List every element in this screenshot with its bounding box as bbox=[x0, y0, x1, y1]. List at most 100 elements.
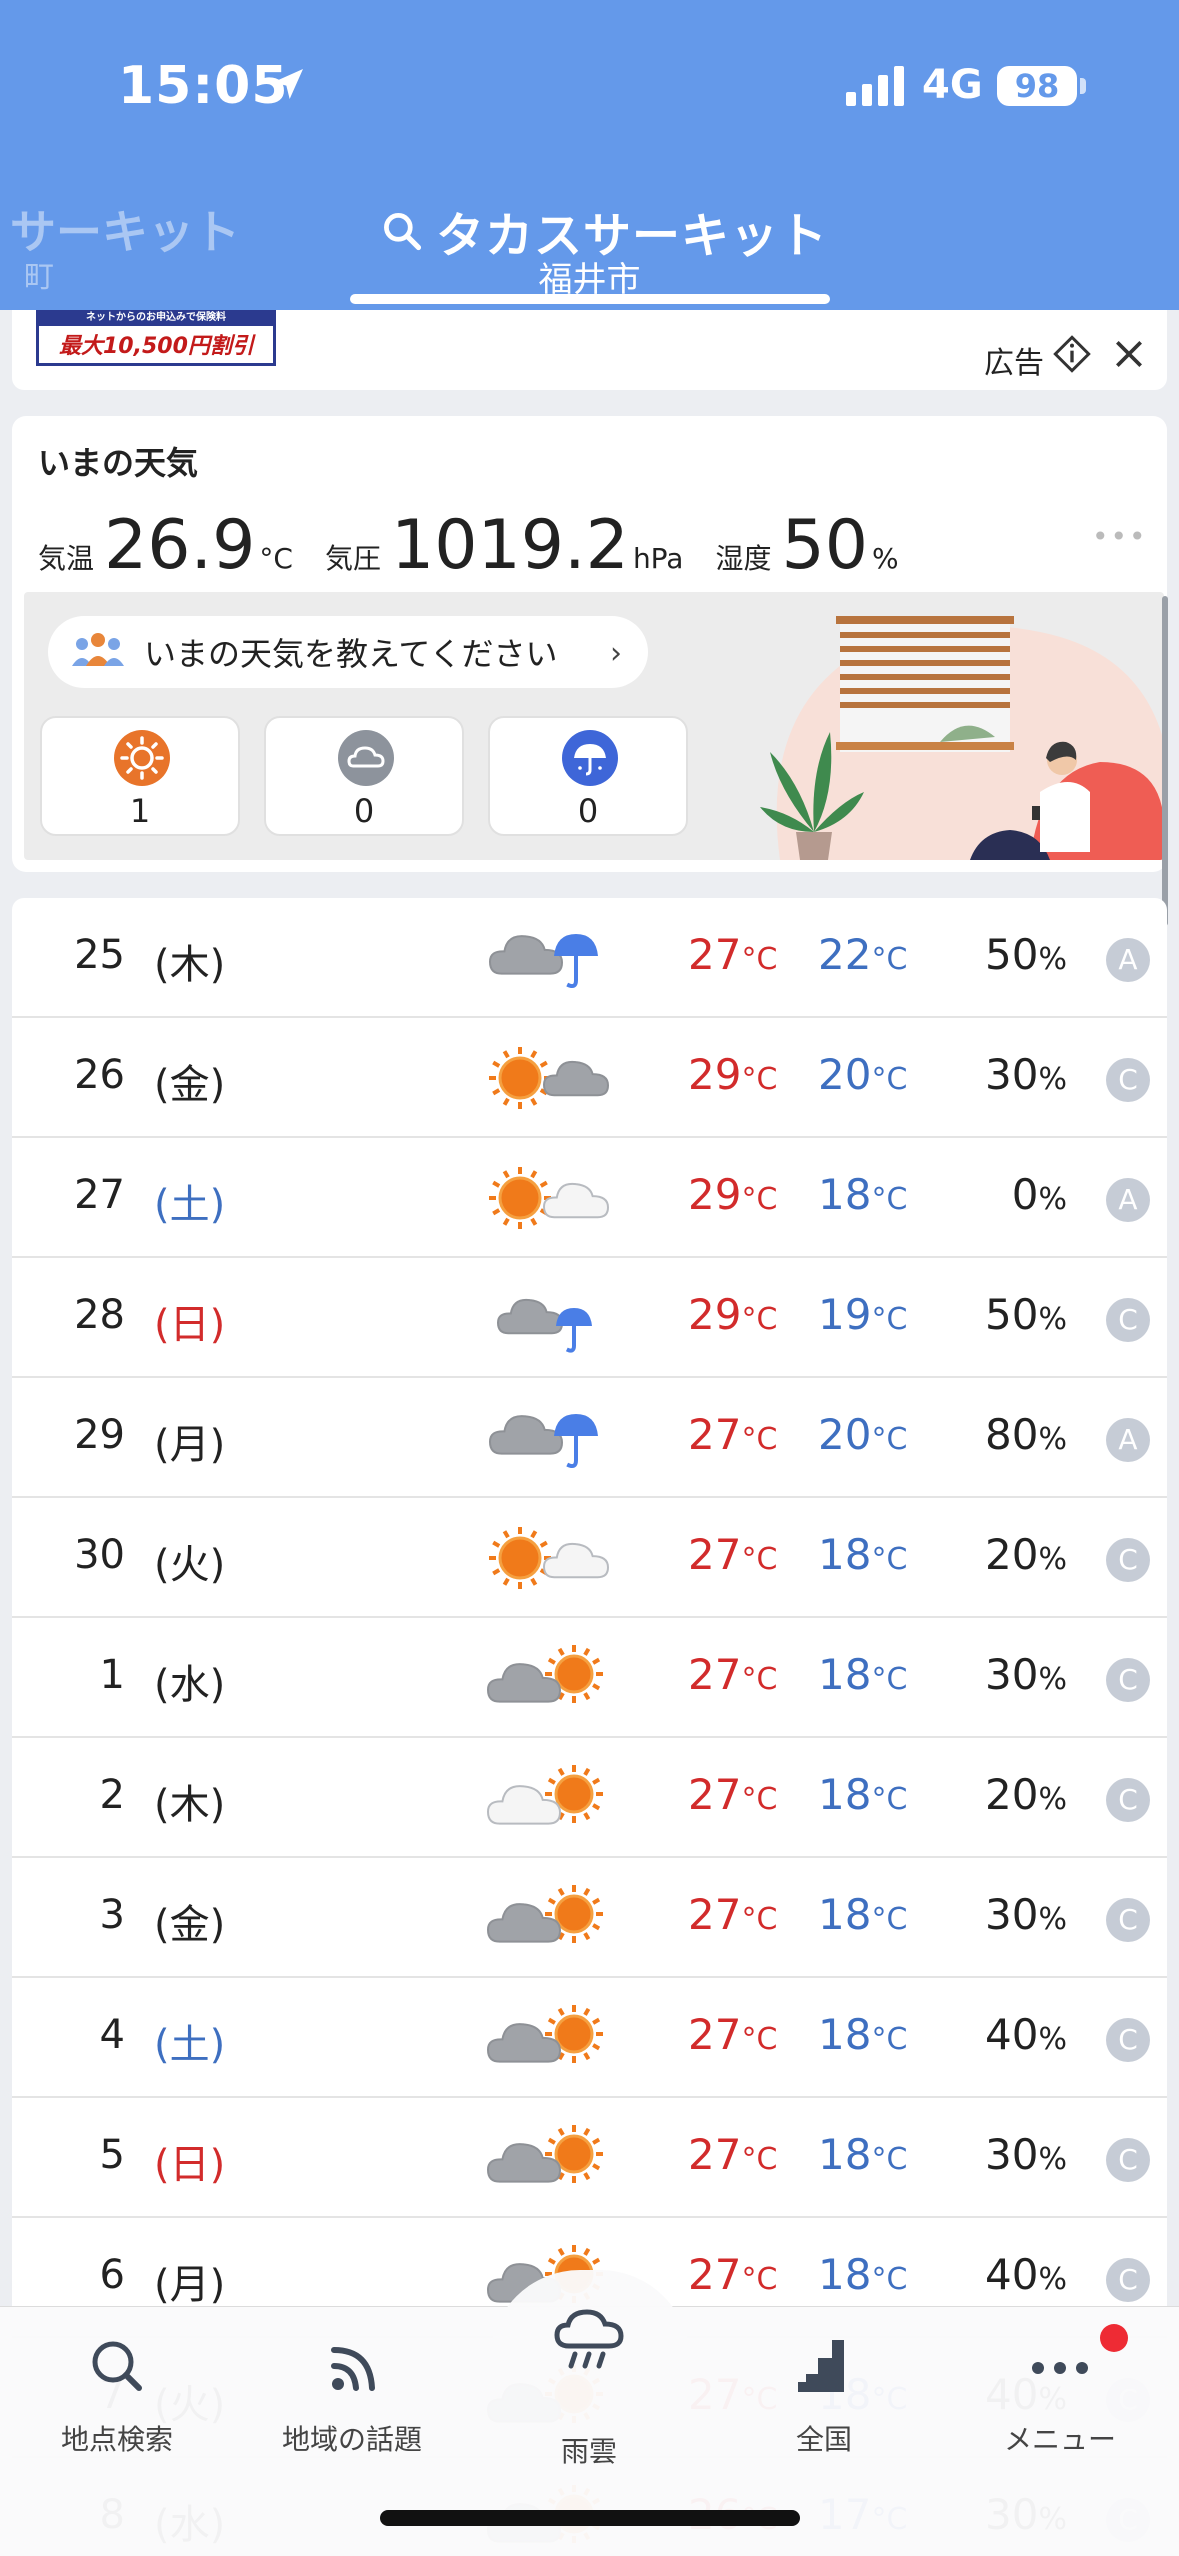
search-icon bbox=[384, 213, 422, 251]
report-weather-button[interactable]: いまの天気を教えてください › bbox=[48, 616, 648, 688]
forecast-low-temp: 18°C bbox=[818, 2010, 907, 2059]
map-bars-icon bbox=[798, 2340, 844, 2392]
low-temp-value: 20 bbox=[818, 1050, 872, 1099]
precip-value: 0 bbox=[1011, 1170, 1039, 1219]
reliability-badge: A bbox=[1106, 1178, 1150, 1222]
precip-unit: % bbox=[1038, 2022, 1067, 2057]
precip-value: 80 bbox=[985, 1410, 1039, 1459]
scrollbar[interactable] bbox=[1162, 596, 1168, 926]
low-temp-unit: °C bbox=[871, 2262, 908, 2297]
forecast-row[interactable]: 1 (水) 27°C 18°C 30% C bbox=[12, 1618, 1167, 1738]
people-icon bbox=[72, 633, 124, 666]
precip-unit: % bbox=[1038, 1542, 1067, 1577]
low-temp-value: 18 bbox=[818, 1530, 872, 1579]
close-icon[interactable] bbox=[1109, 334, 1149, 374]
low-temp-unit: °C bbox=[871, 1782, 908, 1817]
vote-sunny[interactable]: 1 bbox=[40, 716, 240, 836]
ad-info-icon[interactable] bbox=[1052, 334, 1092, 374]
reliability-badge: A bbox=[1106, 1418, 1150, 1462]
high-temp-value: 27 bbox=[688, 2010, 742, 2059]
tab-local-topics[interactable]: 地域の話題 bbox=[242, 2326, 462, 2466]
forecast-high-temp: 27°C bbox=[688, 1410, 777, 1459]
reliability-badge: A bbox=[1106, 938, 1150, 982]
low-temp-unit: °C bbox=[871, 1182, 908, 1217]
weather-icon bbox=[489, 1047, 610, 1109]
home-indicator[interactable] bbox=[380, 2510, 800, 2526]
reliability-badge: C bbox=[1106, 1898, 1150, 1942]
low-temp-value: 19 bbox=[818, 1290, 872, 1339]
forecast-low-temp: 18°C bbox=[818, 1890, 907, 1939]
forecast-precip-probability: 30% bbox=[985, 1890, 1067, 1939]
precip-unit: % bbox=[1038, 1902, 1067, 1937]
forecast-weekday: (土) bbox=[154, 1182, 226, 1228]
tab-rain-cloud[interactable]: 雨雲 bbox=[479, 2309, 699, 2468]
forecast-row[interactable]: 25 (木) 27°C 22°C 50% A bbox=[12, 898, 1167, 1018]
weather-icon bbox=[489, 1527, 610, 1589]
high-temp-value: 27 bbox=[688, 2130, 742, 2179]
forecast-date: 5 bbox=[99, 2132, 125, 2178]
weather-icon bbox=[488, 1414, 598, 1469]
location-arrow-icon bbox=[273, 69, 303, 99]
forecast-precip-probability: 30% bbox=[985, 1650, 1067, 1699]
forecast-date: 6 bbox=[99, 2252, 125, 2298]
forecast-high-temp: 27°C bbox=[688, 1770, 777, 1819]
forecast-row[interactable]: 2 (木) 27°C 18°C 20% C bbox=[12, 1738, 1167, 1858]
forecast-row[interactable]: 30 (火) 27°C 18°C 20% C bbox=[12, 1498, 1167, 1618]
low-temp-value: 20 bbox=[818, 1410, 872, 1459]
forecast-low-temp: 18°C bbox=[818, 2250, 907, 2299]
forecast-date: 28 bbox=[74, 1292, 125, 1338]
forecast-row[interactable]: 27 (土) 29°C 18°C 0% A bbox=[12, 1138, 1167, 1258]
temp-unit: °C bbox=[259, 542, 293, 575]
forecast-high-temp: 29°C bbox=[688, 1290, 777, 1339]
low-temp-unit: °C bbox=[871, 1422, 908, 1457]
forecast-low-temp: 20°C bbox=[818, 1410, 907, 1459]
high-temp-value: 27 bbox=[688, 2250, 742, 2299]
forecast-row[interactable]: 4 (土) 27°C 18°C 40% C bbox=[12, 1978, 1167, 2098]
low-temp-value: 18 bbox=[818, 2010, 872, 2059]
vote-count-sunny: 1 bbox=[129, 792, 151, 830]
forecast-precip-probability: 20% bbox=[985, 1530, 1067, 1579]
umbrella-icon bbox=[562, 730, 618, 786]
tab-nationwide[interactable]: 全国 bbox=[714, 2326, 934, 2466]
high-temp-unit: °C bbox=[741, 1542, 778, 1577]
temp-label: 気温 bbox=[38, 542, 95, 575]
network-label: 4G bbox=[922, 62, 983, 108]
precip-unit: % bbox=[1038, 2262, 1067, 2297]
forecast-row[interactable]: 3 (金) 27°C 18°C 30% C bbox=[12, 1858, 1167, 1978]
current-weather-title: いまの天気 bbox=[38, 444, 199, 482]
low-temp-unit: °C bbox=[871, 942, 908, 977]
more-icon[interactable]: ••• bbox=[1092, 520, 1148, 553]
weather-icon bbox=[496, 1298, 592, 1353]
forecast-row[interactable]: 29 (月) 27°C 20°C 80% A bbox=[12, 1378, 1167, 1498]
high-temp-value: 27 bbox=[688, 1650, 742, 1699]
forecast-precip-probability: 20% bbox=[985, 1770, 1067, 1819]
sun-icon bbox=[114, 730, 170, 786]
forecast-row[interactable]: 5 (日) 27°C 18°C 30% C bbox=[12, 2098, 1167, 2218]
high-temp-unit: °C bbox=[741, 1662, 778, 1697]
pressure-unit: hPa bbox=[632, 542, 684, 575]
high-temp-value: 27 bbox=[688, 1410, 742, 1459]
precip-value: 50 bbox=[985, 930, 1039, 979]
high-temp-value: 29 bbox=[688, 1290, 742, 1339]
rain-cloud-icon bbox=[554, 2309, 624, 2369]
low-temp-unit: °C bbox=[871, 1062, 908, 1097]
weather-report-area: いまの天気を教えてください › 1 0 0 bbox=[24, 592, 1164, 860]
forecast-date: 27 bbox=[74, 1172, 125, 1218]
ad-banner[interactable]: ネットからのお申込みで保険料 最大10,500円割引 bbox=[36, 310, 276, 366]
tab-menu[interactable]: メニュー bbox=[950, 2326, 1170, 2466]
forecast-row[interactable]: 28 (日) 29°C 19°C 50% C bbox=[12, 1258, 1167, 1378]
forecast-low-temp: 18°C bbox=[818, 1530, 907, 1579]
tab-search[interactable]: 地点検索 bbox=[7, 2326, 227, 2466]
weather-icon bbox=[486, 1765, 603, 1825]
vote-rainy[interactable]: 0 bbox=[488, 716, 688, 836]
forecast-row[interactable]: 26 (金) 29°C 20°C 30% C bbox=[12, 1018, 1167, 1138]
precip-unit: % bbox=[1038, 1662, 1067, 1697]
high-temp-unit: °C bbox=[741, 1902, 778, 1937]
high-temp-value: 27 bbox=[688, 1770, 742, 1819]
high-temp-unit: °C bbox=[741, 2262, 778, 2297]
forecast-precip-probability: 40% bbox=[985, 2010, 1067, 2059]
vote-cloudy[interactable]: 0 bbox=[264, 716, 464, 836]
forecast-precip-probability: 30% bbox=[985, 2130, 1067, 2179]
forecast-low-temp: 18°C bbox=[818, 2130, 907, 2179]
report-weather-text: いまの天気を教えてください bbox=[144, 635, 558, 673]
